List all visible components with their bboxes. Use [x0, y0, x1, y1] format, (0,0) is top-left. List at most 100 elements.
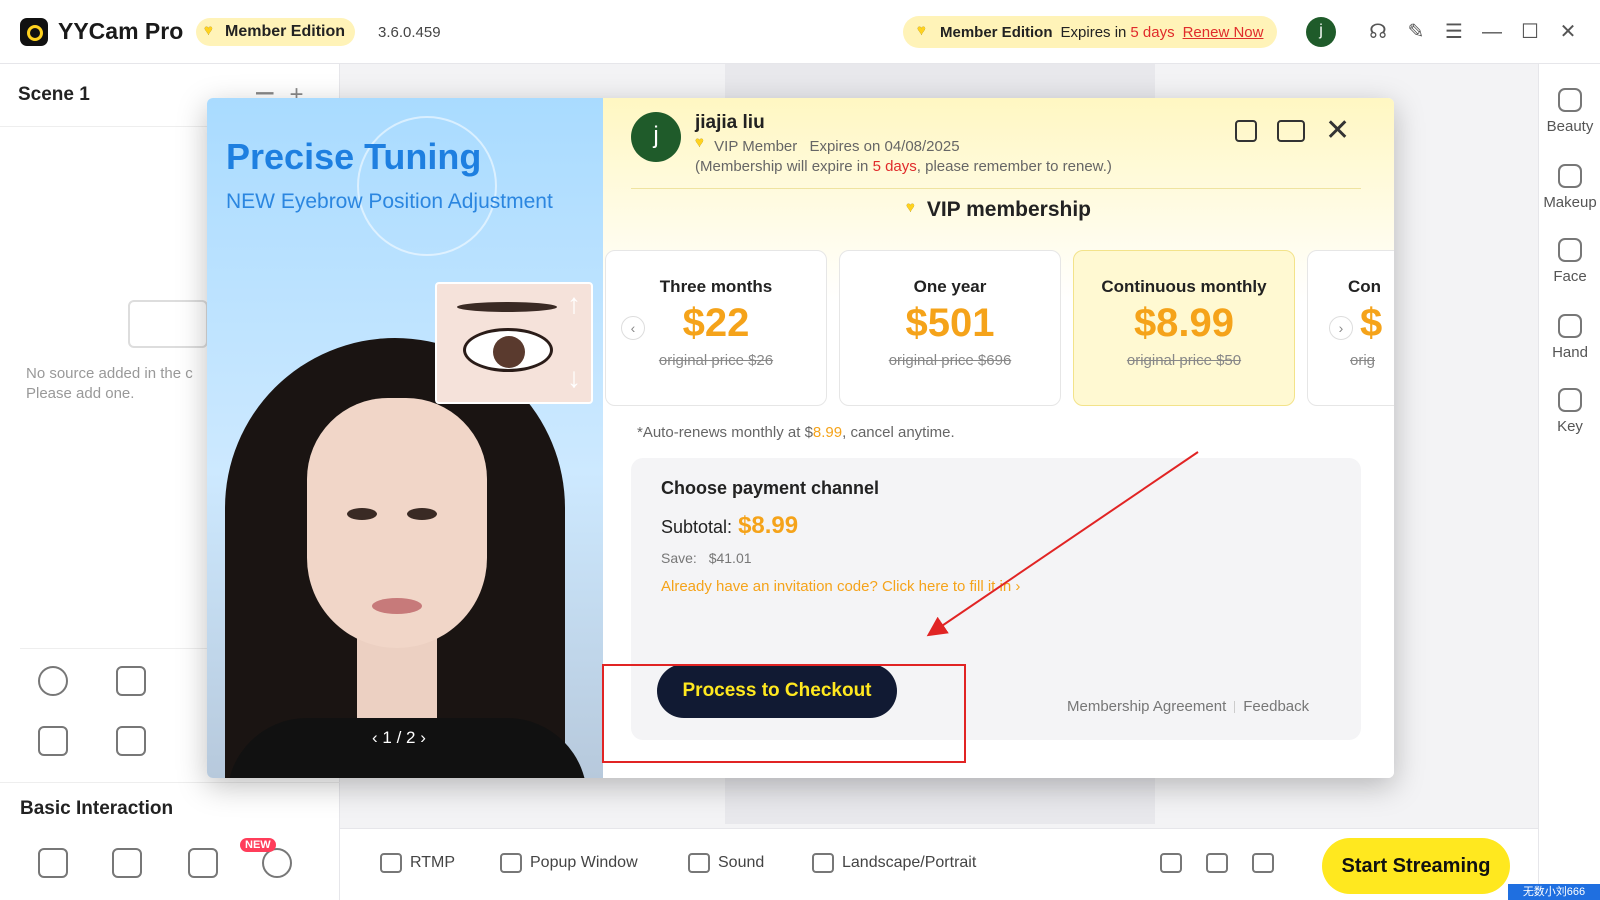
expire-prefix: Expires in	[1060, 23, 1127, 41]
order-list-icon[interactable]	[1235, 120, 1257, 142]
title-bar: YYCam Pro Member Edition 3.6.0.459 Membe…	[0, 0, 1600, 64]
carousel-prev-icon[interactable]: ‹	[621, 316, 645, 340]
effects-sidebar: Beauty Makeup Face Hand Key	[1538, 64, 1600, 900]
vip-status-line: VIP Member Expires on 04/08/2025	[695, 134, 960, 155]
watermark: 无数小刘666	[1508, 884, 1600, 900]
expire-days: 5 days	[1130, 23, 1175, 41]
arrow-up-icon: ↑	[567, 288, 581, 319]
maximize-icon[interactable]: ☐	[1518, 20, 1542, 44]
save-amount: $41.01	[708, 550, 752, 566]
vip-heart-icon	[917, 22, 932, 39]
record-button[interactable]	[1252, 853, 1274, 873]
app-version: 3.6.0.459	[378, 24, 441, 41]
plan-card-continuous-monthly[interactable]: Continuous monthly $8.99 original price …	[1073, 250, 1295, 406]
divider	[0, 782, 340, 783]
pager-text: 1 / 2	[382, 728, 416, 747]
member-edition-badge[interactable]: Member Edition	[196, 18, 356, 46]
plugin-source-icon[interactable]	[116, 666, 146, 696]
vip-heart-icon	[695, 134, 710, 151]
camera-source-icon[interactable]	[38, 666, 68, 696]
menu-icon[interactable]: ☰	[1442, 20, 1466, 44]
sound-button[interactable]: Sound	[688, 853, 764, 873]
sidebar-item-label: Key	[1557, 418, 1583, 435]
award-icon[interactable]	[262, 848, 292, 878]
renew-now-link[interactable]: Renew Now	[1183, 24, 1264, 41]
minimize-icon[interactable]: —	[1480, 20, 1504, 44]
divider	[1234, 700, 1236, 713]
subtotal-label: Subtotal:	[661, 517, 733, 537]
gift-icon[interactable]	[38, 848, 68, 878]
split-view-icon	[1160, 853, 1182, 873]
start-streaming-button[interactable]: Start Streaming	[1322, 838, 1510, 894]
plan-original-price: original price $26	[658, 352, 774, 369]
vip-membership-title: VIP membership	[603, 198, 1394, 222]
sidebar-item-face[interactable]: Face	[1539, 238, 1600, 285]
vip-heart-icon	[906, 199, 921, 216]
vip-title-text: VIP membership	[926, 198, 1092, 221]
plan-original-price: original price $696	[888, 352, 1012, 369]
popup-window-icon	[500, 853, 522, 873]
promo-title: Precise Tuning	[226, 136, 482, 177]
membership-agreement-link[interactable]: Membership Agreement	[1067, 698, 1226, 715]
sidebar-item-key[interactable]: Key	[1539, 388, 1600, 435]
text-source-icon[interactable]	[116, 726, 146, 756]
headset-icon[interactable]: ☊	[1366, 20, 1390, 44]
sidebar-item-beauty[interactable]: Beauty	[1539, 88, 1600, 135]
sound-icon	[688, 853, 710, 873]
rtmp-button[interactable]: RTMP	[380, 853, 455, 873]
hand-icon	[1558, 314, 1582, 338]
sidebar-item-label: Hand	[1552, 344, 1588, 361]
feedback-link[interactable]: Feedback	[1243, 698, 1309, 715]
portrait-shirt	[227, 718, 587, 778]
plan-original-price: orig	[1350, 352, 1376, 369]
chat-icon[interactable]	[112, 848, 142, 878]
subtotal-amount: $8.99	[738, 512, 799, 539]
plan-name: One year	[913, 277, 987, 296]
expiration-banner: Member Edition Expires in 5 days Renew N…	[903, 16, 1278, 48]
basic-interaction-title: Basic Interaction	[20, 798, 174, 819]
plan-name: Con	[1348, 277, 1382, 296]
save-line: Save: $41.01	[661, 550, 752, 566]
vip-status: VIP Member	[714, 138, 798, 155]
eyebrow-shape	[457, 302, 557, 312]
plan-card-one-year[interactable]: One year $501 original price $696	[839, 250, 1061, 406]
snapshot-button[interactable]	[1206, 853, 1228, 873]
notice-suffix: , please remember to renew.)	[916, 158, 1112, 175]
user-avatar[interactable]: j	[1306, 17, 1336, 47]
close-icon[interactable]: ✕	[1556, 20, 1580, 44]
beauty-icon	[1558, 88, 1582, 112]
notes-icon[interactable]: ✎	[1404, 20, 1428, 44]
capture-source-icon[interactable]	[38, 726, 68, 756]
empty-text-line-2: Please add one.	[26, 385, 135, 402]
sidebar-item-makeup[interactable]: Makeup	[1539, 164, 1600, 211]
face-icon	[1558, 238, 1582, 262]
key-icon	[1558, 388, 1582, 412]
plan-original-price: original price $50	[1126, 352, 1242, 369]
promo-panel: Precise Tuning NEW Eyebrow Position Adju…	[207, 98, 603, 778]
portrait-eye-left	[347, 508, 377, 520]
plan-price: $8.99	[1133, 301, 1235, 345]
arrow-down-icon: ↓	[567, 362, 581, 393]
carousel-next-icon[interactable]: ›	[1329, 316, 1353, 340]
coupon-icon[interactable]	[1277, 120, 1305, 142]
close-dialog-icon[interactable]: ✕	[1325, 116, 1350, 146]
promo-pager[interactable]: ‹ 1 / 2 ›	[372, 728, 426, 748]
plan-price: $501	[905, 301, 995, 345]
member-edition-label: Member Edition	[225, 23, 346, 40]
promo-subtitle: NEW Eyebrow Position Adjustment	[226, 190, 553, 213]
invitation-code-link[interactable]: Already have an invitation code? Click h…	[661, 578, 1020, 595]
new-badge: NEW	[240, 838, 276, 852]
footer-links: Membership Agreement Feedback	[1067, 698, 1309, 715]
dialog-actions: ✕	[1235, 116, 1350, 146]
popup-window-button[interactable]: Popup Window	[500, 853, 638, 873]
sidebar-item-label: Beauty	[1546, 118, 1594, 135]
screen-icon[interactable]	[188, 848, 218, 878]
notice-prefix: (Membership will expire in	[695, 158, 869, 175]
autorenew-amount: 8.99	[812, 424, 843, 441]
orientation-icon	[812, 853, 834, 873]
sidebar-item-hand[interactable]: Hand	[1539, 314, 1600, 361]
split-view-button[interactable]	[1160, 853, 1182, 873]
autorenew-suffix: , cancel anytime.	[842, 424, 955, 441]
sound-label: Sound	[718, 854, 765, 871]
orientation-button[interactable]: Landscape/Portrait	[812, 853, 976, 873]
